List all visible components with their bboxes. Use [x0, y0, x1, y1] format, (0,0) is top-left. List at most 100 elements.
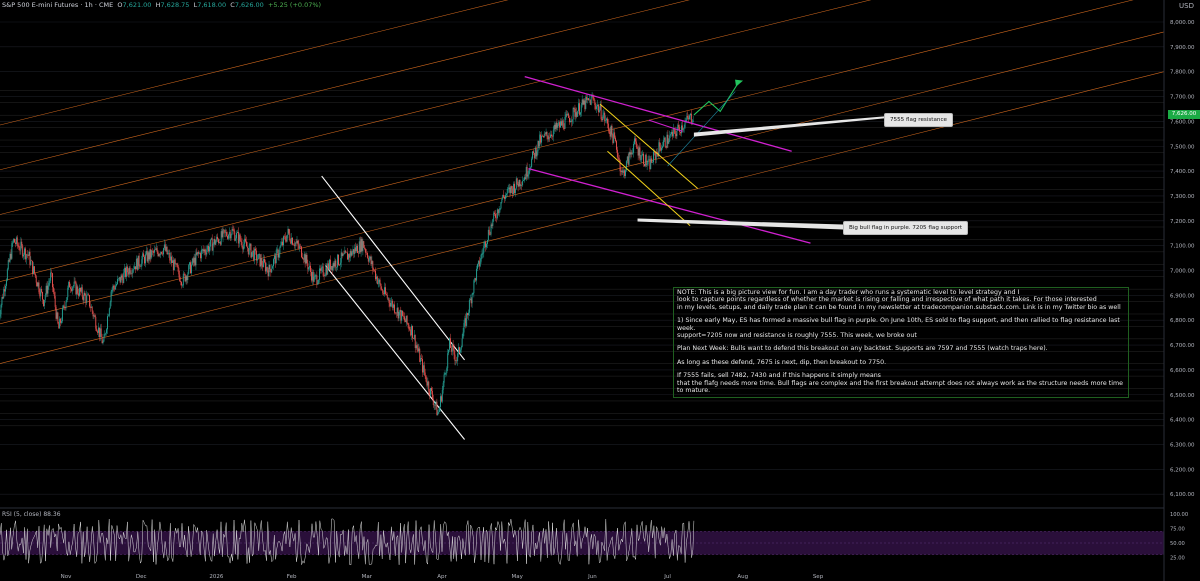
candle-body [173, 259, 175, 271]
price-tick-label: 6,300.00 [1170, 442, 1195, 448]
candle-body [60, 318, 62, 323]
candle-body [226, 232, 228, 236]
candle-body [460, 346, 462, 350]
price-tick-label: 7,800.00 [1170, 70, 1195, 76]
candle-body [366, 253, 368, 258]
candle-body [360, 238, 362, 253]
candle-body [320, 268, 321, 271]
candle-body [449, 338, 450, 350]
candle-body [429, 391, 431, 396]
candle-body [420, 358, 422, 362]
candle-body [189, 262, 191, 266]
candle-body [282, 241, 284, 246]
price-tick-label: 6,200.00 [1170, 467, 1195, 473]
note-paragraph-2: 1) Since early May, ES has formed a mass… [677, 317, 1120, 340]
candle-body [202, 249, 204, 252]
candle-body [601, 119, 603, 120]
candle-body [616, 149, 618, 158]
candle-body [478, 260, 480, 267]
candle-body [63, 305, 65, 308]
candle-body [369, 256, 371, 259]
candle-body [44, 295, 46, 301]
candle-body [576, 112, 578, 117]
candle-body [412, 338, 414, 339]
candle-body [666, 134, 668, 148]
candle-body [418, 348, 420, 352]
candle-body [224, 230, 226, 233]
candle-body [122, 277, 124, 284]
candle-body [605, 120, 607, 122]
candle-body [157, 252, 159, 256]
candle-body [190, 262, 191, 274]
candle-body [622, 170, 624, 173]
candle-body [186, 276, 188, 281]
candle-body [169, 252, 171, 261]
candle-body [150, 249, 152, 258]
candle-body [584, 100, 586, 109]
candle-body [376, 276, 378, 284]
candle-body [370, 256, 372, 265]
candle-body [384, 287, 385, 295]
candle-body [17, 244, 19, 247]
candle-body [391, 300, 393, 303]
candle-body [177, 266, 179, 268]
price-tick-label: 8,000.00 [1170, 20, 1195, 26]
candle-body [414, 334, 416, 349]
candle-body [228, 231, 230, 235]
candle-body [540, 134, 542, 143]
candle-body [547, 135, 549, 140]
candle-body [483, 245, 485, 253]
candle-body [329, 259, 330, 270]
candle-body [503, 194, 505, 197]
candle-body [233, 230, 235, 232]
candle-body [569, 117, 570, 123]
support-callout[interactable]: Big bull flag in purple. 7205 flag suppo… [843, 221, 969, 235]
rsi-legend[interactable]: RSI (5, close) 88.36 [2, 511, 61, 518]
candle-body [163, 244, 165, 249]
candle-body [628, 152, 630, 165]
candle-body [238, 234, 240, 244]
candle-body [438, 411, 440, 413]
candle-body [624, 170, 626, 176]
candle-body [215, 241, 217, 245]
candle-body [311, 271, 312, 281]
candle-body [198, 251, 200, 254]
candle-body [505, 193, 507, 196]
candle-body [497, 209, 499, 214]
resistance-callout[interactable]: 7555 flag resistance [884, 113, 953, 127]
time-tick-label: Sep [813, 574, 824, 580]
candle-body [163, 248, 164, 255]
candle-body [427, 381, 429, 386]
candle-body [71, 287, 73, 291]
candle-body [89, 306, 91, 308]
candle-body [257, 254, 259, 260]
candle-body [345, 250, 347, 253]
candle-body [50, 272, 52, 281]
candle-body [560, 121, 561, 128]
candle-body [430, 388, 432, 396]
candle-body [524, 177, 526, 180]
trade-note[interactable]: NOTE: This is a big picture view for fun… [673, 287, 1129, 398]
currency-label[interactable]: USD [1179, 2, 1194, 10]
candle-body [107, 315, 109, 317]
candle-body [564, 116, 566, 129]
candle-body [611, 125, 613, 135]
candle-body [260, 258, 262, 267]
candle-body [298, 244, 300, 249]
candle-body [363, 241, 365, 248]
candle-body [203, 249, 205, 252]
candle-body [170, 256, 172, 261]
note-paragraph-5: If 7555 fails, sell 7482, 7430 and if th… [677, 372, 1123, 395]
candle-body [206, 249, 208, 255]
candle-body [180, 281, 182, 283]
candle-body [22, 245, 24, 257]
candle-body [626, 156, 628, 162]
candle-body [561, 120, 563, 126]
candle-body [126, 266, 128, 273]
candle-body [679, 127, 681, 132]
candle-body [62, 305, 64, 309]
candle-body [635, 141, 637, 147]
candle-body [692, 120, 694, 122]
candle-body [567, 113, 569, 116]
candle-body [463, 323, 465, 333]
